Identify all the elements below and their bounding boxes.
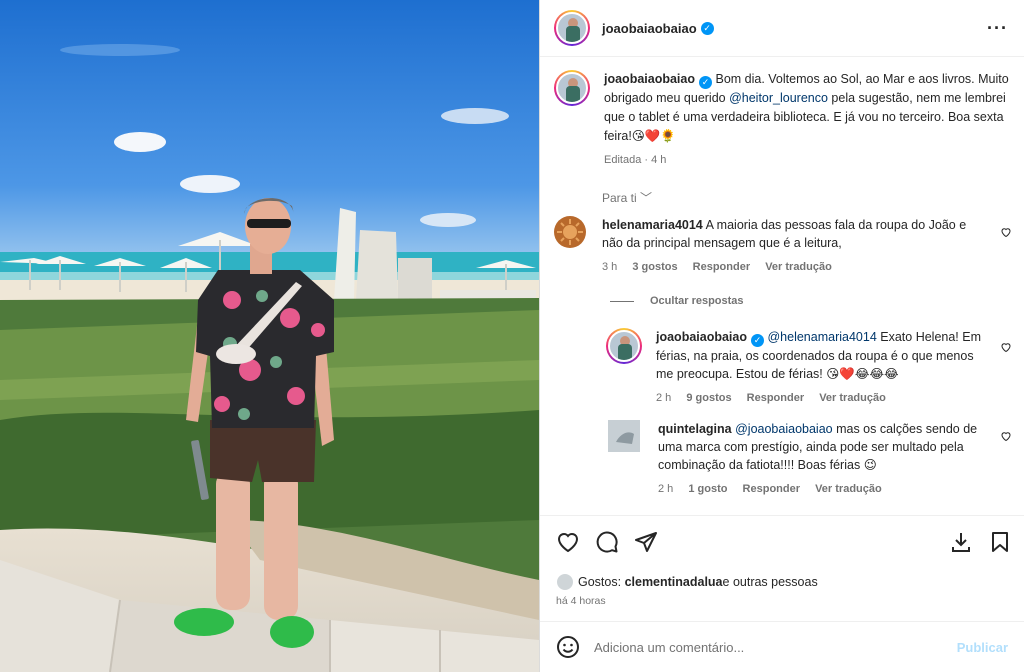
post-header: joaobaiaobaiao ✓ ··· (540, 0, 1024, 57)
hide-replies-label: Ocultar respostas (650, 295, 744, 307)
likes-prefix: Gostos: (578, 575, 622, 589)
liker-username[interactable]: clementinadalua (625, 575, 723, 589)
reply-emojis: 😉 (863, 458, 877, 472)
reply-item: joaobaiaobaiao ✓ @helenamaria4014 Exato H… (606, 328, 1006, 407)
comment-icon[interactable] (595, 530, 619, 554)
caption-author-username[interactable]: joaobaiaobaiao (604, 72, 695, 86)
comment-like-heart-icon[interactable] (1000, 226, 1012, 238)
post-photo[interactable] (0, 0, 539, 672)
heart-icon[interactable] (556, 530, 580, 554)
reply-button[interactable]: Responder (693, 261, 750, 273)
comment-input[interactable]: Adiciona um comentário... (594, 640, 744, 655)
likes-summary[interactable]: Gostos: clementinadalua e outras pessoas (556, 573, 818, 591)
caption-emojis: 😘❤️🌻 (631, 129, 676, 143)
divider-line (610, 300, 634, 302)
caption-age: 4 h (651, 154, 667, 166)
hide-replies-toggle[interactable]: Ocultar respostas (610, 295, 744, 307)
reply-emojis: 😘❤️😂😂😂 (826, 367, 899, 381)
translate-button[interactable]: Ver tradução (819, 392, 886, 404)
chevron-down-icon: ﹀ (640, 191, 653, 205)
liker-avatar (556, 573, 574, 591)
reply-age: 2 h (658, 483, 674, 495)
post-caption: joaobaiaobaiao ✓ Bom dia. Voltemos ao Sol… (554, 70, 1014, 170)
verified-icon: ✓ (751, 334, 764, 347)
for-you-filter[interactable]: Para ti ﹀ (602, 189, 652, 206)
post-dialog: joaobaiaobaiao ✓ ··· joaobaiaobaiao ✓ Bom… (0, 0, 1024, 672)
caption-author-avatar[interactable] (554, 70, 590, 106)
comment-avatar[interactable] (554, 216, 586, 248)
edited-label: Editada (604, 154, 642, 166)
post-actions: Gostos: clementinadalua e outras pessoas… (540, 515, 1024, 621)
more-icon[interactable]: ··· (987, 19, 1008, 37)
post-timestamp: há 4 horas (556, 595, 606, 607)
emoji-icon[interactable] (556, 635, 580, 659)
share-icon[interactable] (634, 530, 658, 554)
translate-button[interactable]: Ver tradução (765, 261, 832, 273)
download-icon[interactable] (949, 530, 973, 554)
reply-mention-link[interactable]: @helenamaria4014 (767, 330, 876, 344)
reply-avatar[interactable] (606, 328, 642, 364)
add-comment-bar: Adiciona um comentário... Publicar (540, 621, 1024, 672)
beach-photo-illustration (0, 0, 539, 672)
reply-button[interactable]: Responder (743, 483, 800, 495)
reply-likes[interactable]: 1 gosto (688, 483, 727, 495)
for-you-label: Para ti (602, 191, 637, 205)
translate-button[interactable]: Ver tradução (815, 483, 882, 495)
post-details-panel: joaobaiaobaiao ✓ ··· joaobaiaobaiao ✓ Bom… (539, 0, 1024, 672)
likes-suffix: e outras pessoas (722, 575, 818, 589)
comment-age: 3 h (602, 261, 618, 273)
save-icon[interactable] (988, 530, 1012, 554)
comment-item: helenamaria4014 A maioria das pessoas fa… (554, 216, 994, 276)
reply-like-heart-icon[interactable] (1000, 430, 1012, 442)
reply-username[interactable]: joaobaiaobaiao (656, 330, 747, 344)
reply-avatar[interactable] (608, 420, 640, 452)
reply-age: 2 h (656, 392, 672, 404)
verified-icon: ✓ (699, 76, 712, 89)
author-username[interactable]: joaobaiaobaiao (602, 21, 697, 36)
reply-item: quintelagina @joaobaiaobaiao mas os calç… (608, 420, 1008, 498)
comment-likes[interactable]: 3 gostos (632, 261, 677, 273)
publish-button[interactable]: Publicar (957, 640, 1008, 655)
reply-likes[interactable]: 9 gostos (686, 392, 731, 404)
author-avatar[interactable] (554, 10, 590, 46)
reply-like-heart-icon[interactable] (1000, 341, 1012, 353)
reply-mention-link[interactable]: @joaobaiaobaiao (735, 422, 833, 436)
reply-username[interactable]: quintelagina (658, 422, 732, 436)
reply-button[interactable]: Responder (747, 392, 804, 404)
caption-mention-link[interactable]: @heitor_lourenco (729, 91, 828, 105)
comment-username[interactable]: helenamaria4014 (602, 218, 703, 232)
comments-section: joaobaiaobaiao ✓ Bom dia. Voltemos ao Sol… (540, 58, 1024, 515)
verified-icon: ✓ (700, 21, 714, 35)
